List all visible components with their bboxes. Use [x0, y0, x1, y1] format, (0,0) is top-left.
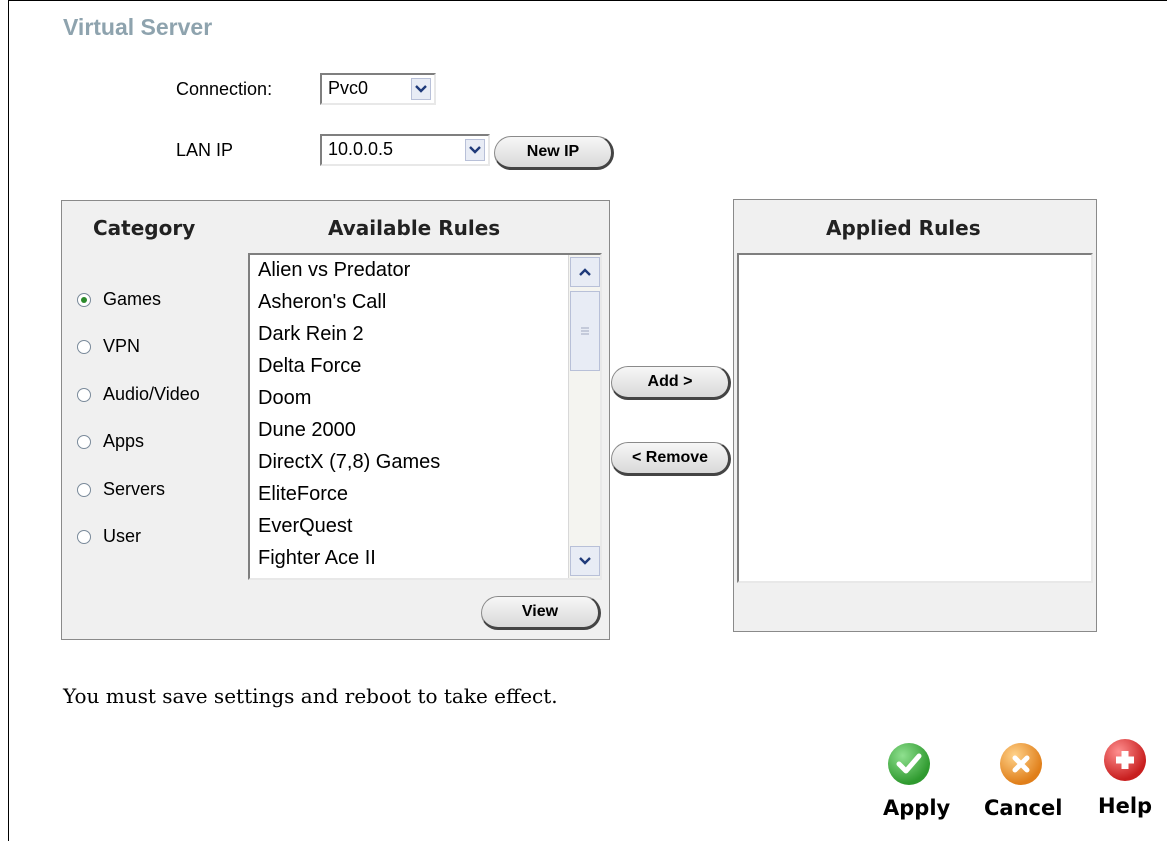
available-rules-list[interactable]: Alien vs Predator Asheron's Call Dark Re…	[248, 253, 602, 580]
connection-select[interactable]: Pvc0	[320, 73, 436, 105]
lan-ip-select[interactable]: 10.0.0.5	[320, 134, 490, 166]
list-item[interactable]: Asheron's Call	[258, 291, 386, 314]
chevron-down-icon	[411, 78, 431, 100]
save-reboot-notice: You must save settings and reboot to tak…	[63, 684, 558, 708]
category-option-label: Audio/Video	[103, 384, 200, 404]
category-heading: Category	[93, 216, 196, 240]
radio-selected-icon	[77, 292, 91, 307]
cancel-label[interactable]: Cancel	[984, 796, 1062, 820]
help-label[interactable]: Help	[1098, 794, 1152, 818]
list-item[interactable]: Doom	[258, 387, 311, 410]
category-option-label: User	[103, 526, 142, 546]
apply-button[interactable]	[888, 743, 930, 785]
applied-rules-heading: Applied Rules	[826, 216, 981, 240]
list-item[interactable]: DirectX (7,8) Games	[258, 451, 440, 474]
remove-rule-button[interactable]: < Remove	[611, 442, 731, 476]
category-option-label: VPN	[103, 336, 141, 356]
lan-ip-label: LAN IP	[176, 140, 234, 160]
frame-border-left	[8, 0, 9, 841]
radio-icon	[77, 339, 91, 354]
connection-label: Connection:	[176, 79, 273, 99]
list-item[interactable]: Alien vs Predator	[258, 259, 410, 282]
list-item[interactable]: Dune 2000	[258, 419, 356, 442]
connection-select-value: Pvc0	[328, 78, 369, 98]
category-option-user[interactable]: User	[77, 526, 141, 547]
lan-ip-select-value: 10.0.0.5	[328, 139, 394, 159]
radio-icon	[77, 529, 91, 544]
chevron-down-icon	[465, 139, 485, 161]
x-icon	[1012, 755, 1030, 773]
radio-icon	[77, 434, 91, 449]
list-item[interactable]: EverQuest	[258, 515, 352, 538]
apply-label[interactable]: Apply	[883, 796, 950, 820]
category-option-games[interactable]: Games	[77, 289, 161, 310]
new-ip-button[interactable]: New IP	[494, 136, 614, 170]
applied-rules-list[interactable]	[737, 253, 1093, 583]
frame-border-top	[8, 0, 1167, 1]
view-button[interactable]: View	[481, 596, 601, 630]
radio-icon	[77, 387, 91, 402]
list-item[interactable]: Delta Force	[258, 355, 361, 378]
category-option-label: Servers	[103, 479, 166, 499]
grip-icon	[581, 327, 589, 335]
plus-icon	[1116, 751, 1134, 769]
check-icon	[896, 753, 922, 774]
category-option-audio-video[interactable]: Audio/Video	[77, 384, 200, 405]
scroll-up-button[interactable]	[570, 257, 600, 287]
list-item[interactable]: Fighter Ace II	[258, 547, 376, 570]
category-option-label: Apps	[103, 431, 145, 451]
scroll-thumb[interactable]	[570, 291, 600, 371]
chevron-up-icon	[579, 268, 591, 276]
page-title: Virtual Server	[63, 14, 213, 40]
category-option-apps[interactable]: Apps	[77, 431, 144, 452]
radio-icon	[77, 482, 91, 497]
category-option-label: Games	[103, 289, 162, 309]
list-item[interactable]: EliteForce	[258, 483, 348, 506]
available-rules-heading: Available Rules	[328, 216, 501, 240]
chevron-down-icon	[579, 557, 591, 565]
add-rule-button[interactable]: Add >	[611, 366, 731, 400]
list-item[interactable]: Dark Rein 2	[258, 323, 364, 346]
category-option-servers[interactable]: Servers	[77, 479, 165, 500]
cancel-button[interactable]	[1000, 743, 1042, 785]
scroll-down-button[interactable]	[570, 546, 600, 576]
help-button[interactable]	[1104, 739, 1146, 781]
category-option-vpn[interactable]: VPN	[77, 336, 140, 357]
available-rules-scrollbar[interactable]	[568, 255, 600, 578]
